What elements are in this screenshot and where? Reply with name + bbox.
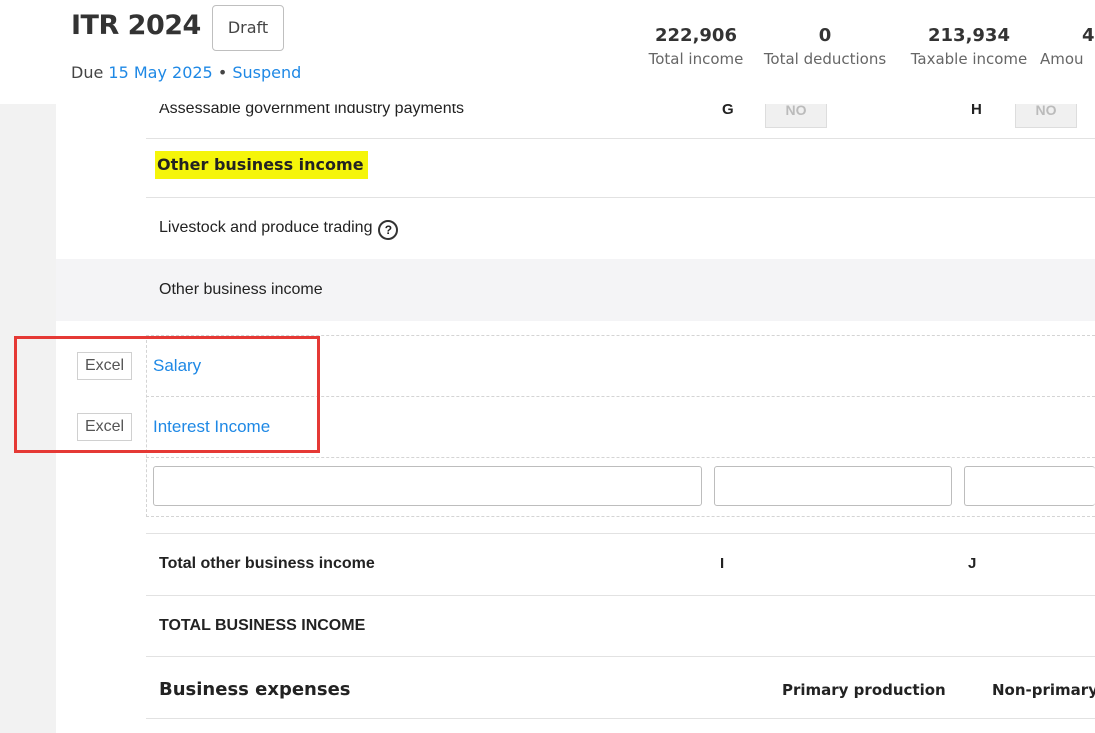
stat-value: 0	[818, 25, 832, 46]
stat-value: 4	[1082, 26, 1095, 46]
stat-taxable-income: 213,934 Taxable income	[900, 25, 1038, 69]
page-header: ITR 2024 Draft Due 15 May 2025 • Suspend…	[0, 0, 1095, 104]
status-badge[interactable]: Draft	[212, 5, 284, 51]
column-primary-production: Primary production	[782, 681, 946, 699]
stat-label: Amou	[1040, 50, 1084, 68]
code-j: J	[968, 555, 977, 572]
highlighted-heading: Other business income	[155, 151, 368, 179]
entry-divider	[146, 457, 1095, 458]
stat-total-income: 222,906 Total income	[641, 25, 751, 69]
help-icon[interactable]: ?	[378, 220, 399, 240]
stat-label: Total income	[648, 50, 744, 68]
total-other-business-income-label: Total other business income	[159, 555, 375, 572]
stat-label: Total deductions	[763, 50, 887, 68]
stat-value: 222,906	[655, 25, 737, 46]
other-business-income-subsection: Other business income	[56, 259, 1095, 321]
total-business-income-label: TOTAL BUSINESS INCOME	[159, 617, 366, 634]
other-business-income-heading: Other business income	[155, 151, 368, 179]
divider	[146, 656, 1095, 657]
livestock-row: Livestock and produce trading?	[159, 219, 399, 240]
suspend-link[interactable]: Suspend	[232, 63, 301, 82]
separator: •	[217, 63, 228, 82]
code-i: I	[720, 555, 725, 572]
amount-input-non-primary[interactable]	[964, 466, 1095, 506]
divider	[146, 197, 1095, 198]
subsection-label: Other business income	[159, 281, 323, 298]
livestock-label: Livestock and produce trading	[159, 219, 373, 236]
stat-total-deductions: 0 Total deductions	[752, 25, 898, 69]
annotation-box	[14, 336, 320, 453]
divider	[146, 138, 1095, 139]
stat-amount: 4 Amou	[1040, 26, 1095, 68]
divider	[146, 595, 1095, 596]
amount-input-primary[interactable]	[714, 466, 952, 506]
divider	[146, 718, 1095, 719]
stat-value: 213,934	[928, 25, 1010, 46]
column-non-primary: Non-primary	[992, 681, 1095, 699]
due-prefix: Due	[71, 63, 104, 82]
business-expenses-heading: Business expenses	[159, 679, 351, 700]
divider	[146, 533, 1095, 534]
due-date: 15 May 2025	[108, 63, 213, 82]
page-title: ITR 2024	[71, 10, 201, 41]
due-line: Due 15 May 2025 • Suspend	[71, 63, 301, 82]
stat-label: Taxable income	[910, 50, 1028, 68]
description-input[interactable]	[153, 466, 702, 506]
